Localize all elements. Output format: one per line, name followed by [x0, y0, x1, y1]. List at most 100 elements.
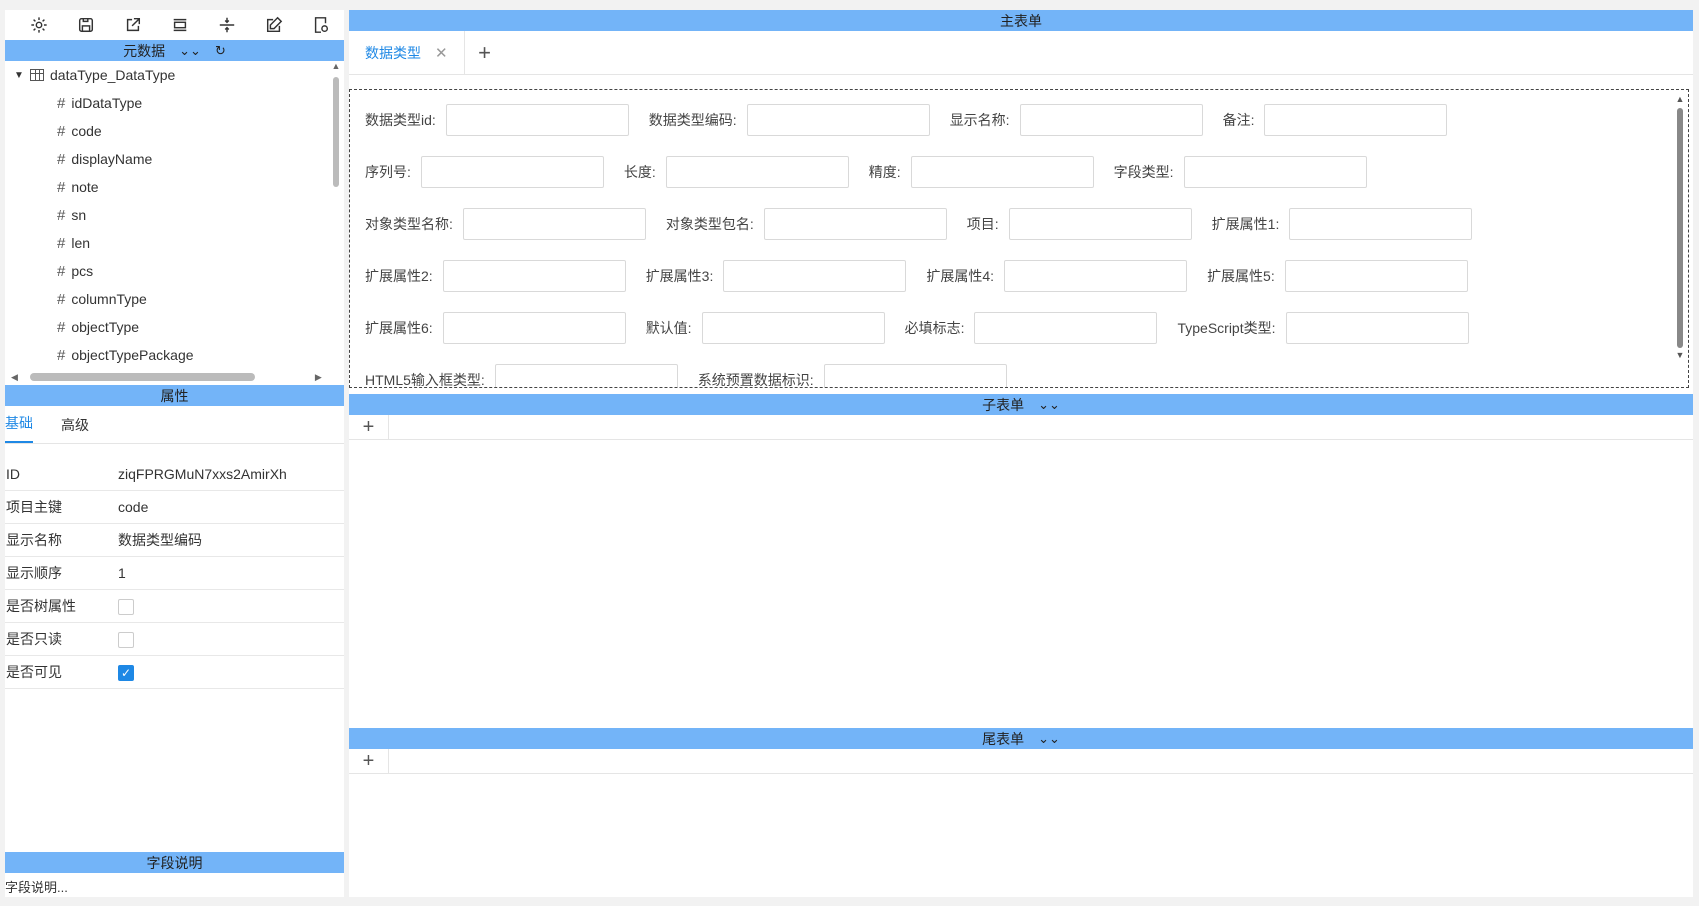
scroll-thumb[interactable]: [29, 373, 255, 381]
ext1-input[interactable]: [1289, 208, 1473, 240]
main-tabs: 数据类型 ✕ +: [349, 31, 1693, 75]
scroll-thumb[interactable]: [1677, 108, 1683, 348]
scroll-thumb[interactable]: [333, 77, 339, 187]
sn-input[interactable]: [420, 156, 604, 188]
scroll-right-icon[interactable]: ▶: [315, 372, 322, 383]
collapse-icon[interactable]: ⌄⌄: [1038, 397, 1060, 413]
tree-vertical-scrollbar[interactable]: ▲: [330, 61, 342, 369]
scroll-left-icon[interactable]: ◀: [11, 372, 18, 383]
split-icon[interactable]: [203, 10, 250, 40]
form-vertical-scrollbar[interactable]: ▲ ▼: [1674, 94, 1686, 384]
project-input[interactable]: [1008, 208, 1192, 240]
ext3-input[interactable]: [723, 260, 907, 292]
scroll-up-icon[interactable]: ▲: [330, 61, 342, 75]
prop-row: 是否只读: [5, 623, 344, 656]
form-row: 序列号: 长度: 精度: 字段类型:: [365, 156, 1387, 188]
main-form-title: 主表单: [1000, 12, 1042, 29]
tree-checkbox[interactable]: [118, 598, 134, 615]
tree-item-label: displayName: [71, 151, 153, 167]
tree-item[interactable]: # idDataType: [5, 89, 344, 117]
column-type-input[interactable]: [1183, 156, 1367, 188]
prop-label: 是否只读: [6, 631, 62, 647]
prop-row: 项目主键 code: [5, 491, 344, 524]
sub-form-section: 子表单 ⌄⌄ +: [349, 394, 1693, 440]
tab-datatype[interactable]: 数据类型 ✕: [349, 31, 465, 74]
ext5-input[interactable]: [1284, 260, 1468, 292]
ext2-input[interactable]: [442, 260, 626, 292]
tree-horizontal-scrollbar[interactable]: ◀ ▶: [5, 369, 344, 385]
visible-checkbox[interactable]: ✓: [118, 664, 134, 681]
tree-item[interactable]: # objectType: [5, 313, 344, 341]
scroll-up-icon[interactable]: ▲: [1674, 94, 1686, 106]
tree-item[interactable]: # displayName: [5, 145, 344, 173]
close-icon[interactable]: ✕: [435, 44, 448, 62]
object-package-input[interactable]: [763, 208, 947, 240]
desc-text: 字段说明...: [5, 880, 68, 895]
add-sub-button[interactable]: +: [349, 414, 389, 440]
field-label: 扩展属性4:: [926, 268, 995, 284]
html5-type-input[interactable]: [494, 364, 678, 387]
gear-icon[interactable]: [15, 10, 62, 40]
form-row: 扩展属性2: 扩展属性3: 扩展属性4: 扩展属性5:: [365, 260, 1488, 292]
preset-flag-input[interactable]: [823, 364, 1007, 387]
tail-form-title: 尾表单: [982, 730, 1025, 747]
desc-section: 字段说明 字段说明...: [5, 852, 344, 896]
required-input[interactable]: [974, 312, 1158, 344]
add-tail-button[interactable]: +: [349, 748, 389, 774]
code-input[interactable]: [746, 104, 930, 136]
export-icon[interactable]: [109, 10, 156, 40]
collapse-icon[interactable]: ⌄⌄: [179, 43, 201, 59]
len-input[interactable]: [665, 156, 849, 188]
tail-form-section: 尾表单 ⌄⌄ +: [349, 728, 1693, 774]
form-row: 数据类型id: 数据类型编码: 显示名称: 备注:: [365, 104, 1467, 136]
ts-type-input[interactable]: [1285, 312, 1469, 344]
tree-item[interactable]: # pcs: [5, 257, 344, 285]
props-tabs: 基础 高级: [5, 412, 344, 444]
tab-basic[interactable]: 基础: [5, 413, 33, 443]
pcs-input[interactable]: [910, 156, 1094, 188]
tree-item[interactable]: # note: [5, 173, 344, 201]
default-value-input[interactable]: [701, 312, 885, 344]
prop-value[interactable]: 数据类型编码: [118, 530, 344, 550]
prop-row: ID ziqFPRGMuN7xxs2AmirXh: [5, 458, 344, 491]
tree-item[interactable]: # objectTypePackage: [5, 341, 344, 369]
display-name-input[interactable]: [1019, 104, 1203, 136]
prop-label: 是否树属性: [6, 598, 76, 614]
prop-value[interactable]: 1: [118, 565, 344, 581]
tree-item[interactable]: # sn: [5, 201, 344, 229]
save-icon[interactable]: [62, 10, 109, 40]
refresh-icon[interactable]: ↻: [215, 43, 226, 59]
prop-value[interactable]: code: [118, 499, 344, 515]
prop-row: 是否树属性: [5, 590, 344, 623]
doc-settings-icon[interactable]: [297, 10, 344, 40]
field-label: 精度:: [868, 164, 901, 180]
tree-item[interactable]: # len: [5, 229, 344, 257]
ext4-input[interactable]: [1004, 260, 1188, 292]
readonly-checkbox[interactable]: [118, 631, 134, 648]
tree-item-label: idDataType: [71, 95, 143, 111]
note-input[interactable]: [1264, 104, 1448, 136]
tree-item-label: objectType: [71, 319, 140, 335]
sub-form-toolbar: +: [349, 414, 1693, 440]
scroll-down-icon[interactable]: ▼: [1674, 350, 1686, 362]
ext6-input[interactable]: [442, 312, 626, 344]
right-panel: 主表单 数据类型 ✕ + 数据类型id: 数据类型编码: 显示名称: 备注: 序…: [349, 10, 1693, 897]
tree-item[interactable]: # columnType: [5, 285, 344, 313]
layout-icon[interactable]: [156, 10, 203, 40]
id-input[interactable]: [445, 104, 629, 136]
collapse-icon[interactable]: ⌄⌄: [1038, 731, 1060, 747]
hash-icon: #: [57, 206, 66, 224]
props-header: 属性: [5, 385, 344, 406]
tree-item[interactable]: # code: [5, 117, 344, 145]
tree-root[interactable]: ▼ dataType_DataType: [5, 61, 344, 89]
edit-icon[interactable]: [250, 10, 297, 40]
prop-value[interactable]: ziqFPRGMuN7xxs2AmirXh: [118, 466, 344, 482]
prop-label: 项目主键: [6, 499, 62, 515]
tab-advanced[interactable]: 高级: [61, 415, 89, 443]
add-tab-button[interactable]: +: [465, 31, 505, 74]
table-icon: [30, 69, 44, 81]
field-label: 默认值:: [645, 320, 692, 336]
object-type-input[interactable]: [462, 208, 646, 240]
prop-row: 显示名称 数据类型编码: [5, 524, 344, 557]
caret-down-icon[interactable]: ▼: [14, 70, 30, 81]
